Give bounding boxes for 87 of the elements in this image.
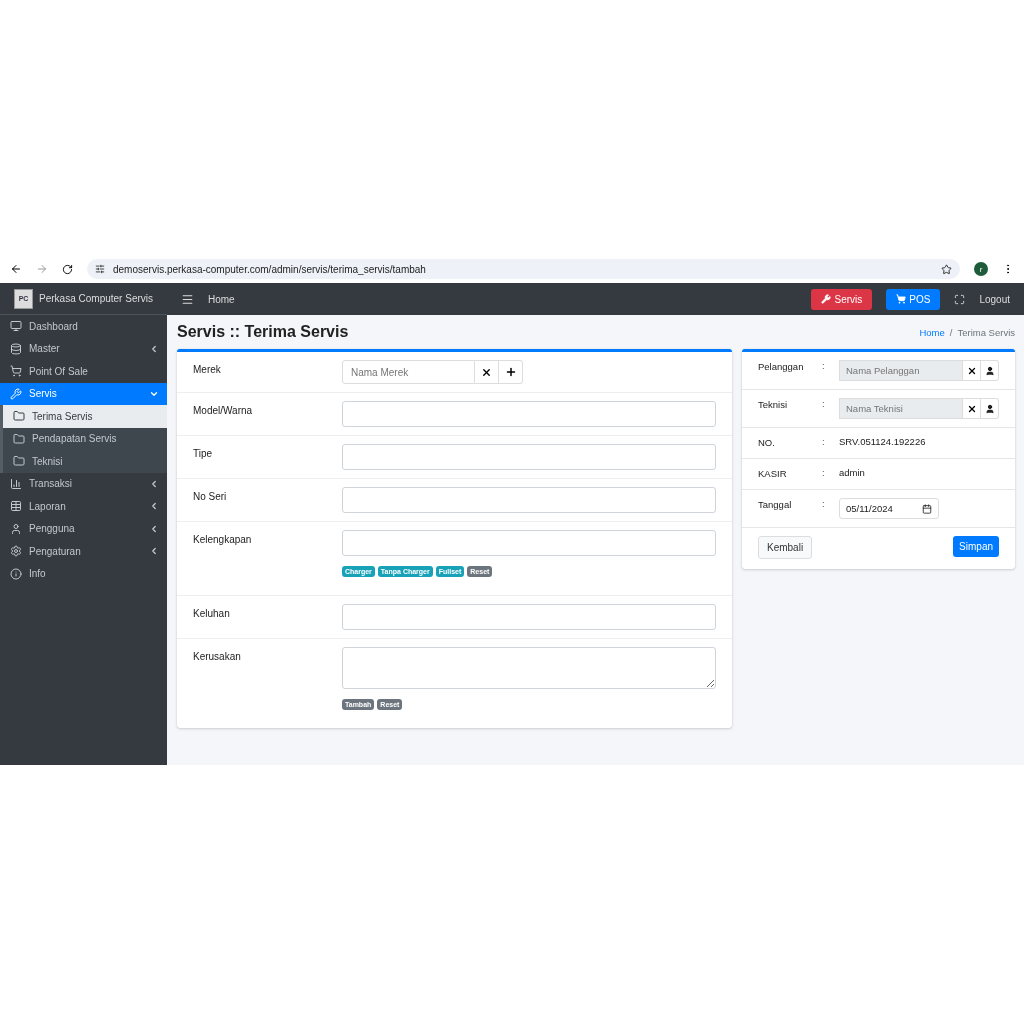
input-field[interactable]: Nama Pelanggan xyxy=(839,360,963,381)
fullscreen-icon[interactable] xyxy=(954,293,966,305)
colon-separator: : xyxy=(822,398,826,409)
sidebar-item[interactable]: Dashboard xyxy=(0,315,167,338)
calendar-icon[interactable] xyxy=(922,503,932,514)
input-field[interactable] xyxy=(342,530,716,556)
date-field[interactable]: 05/11/2024 xyxy=(839,498,939,519)
input-field[interactable]: Nama Merek xyxy=(342,360,475,384)
cart-icon xyxy=(10,365,22,378)
table-icon xyxy=(10,500,22,513)
back-icon[interactable] xyxy=(10,263,22,275)
logout-link[interactable]: Logout xyxy=(979,293,1010,305)
user-icon xyxy=(10,522,22,535)
database-icon xyxy=(10,342,22,355)
colon-separator: : xyxy=(822,467,826,478)
bar-chart-icon xyxy=(10,477,22,490)
close-icon xyxy=(966,403,977,414)
field-label: Merek xyxy=(193,363,222,377)
sidebar-item[interactable]: Master xyxy=(0,337,167,360)
breadcrumb-text: Terima Servis xyxy=(957,326,1015,338)
field-label: Keluhan xyxy=(193,607,231,621)
save-button[interactable]: Simpan xyxy=(953,536,999,557)
wrench-icon xyxy=(10,387,22,400)
sidebar-item[interactable]: Transaksi xyxy=(0,472,167,495)
select-person-button[interactable] xyxy=(981,398,999,419)
field-label: Tanggal xyxy=(758,498,793,510)
field-label: Kelengkapan xyxy=(193,533,253,547)
clear-button[interactable] xyxy=(963,398,981,419)
breadcrumb-link[interactable]: Home xyxy=(919,326,945,338)
colon-separator: : xyxy=(822,498,826,509)
page-title: Servis :: Terima Servis xyxy=(177,323,349,341)
sidebar-subitem[interactable]: Teknisi xyxy=(0,450,167,473)
field-label: Tipe xyxy=(193,447,214,461)
field-value: admin xyxy=(839,467,865,478)
user-icon xyxy=(984,403,995,414)
add-button[interactable] xyxy=(499,360,523,384)
folder-icon xyxy=(13,432,25,445)
profile-avatar[interactable]: r xyxy=(974,262,988,276)
field-label: No Seri xyxy=(193,490,228,504)
input-field[interactable]: Nama Teknisi xyxy=(839,398,963,419)
folder-icon xyxy=(13,410,25,423)
close-icon xyxy=(966,365,977,376)
sidebar-item[interactable]: Pengguna xyxy=(0,517,167,540)
sidebar-item[interactable]: Pengaturan xyxy=(0,540,167,563)
colon-separator: : xyxy=(822,436,826,447)
reload-icon[interactable] xyxy=(62,263,73,275)
field-label: Pelanggan xyxy=(758,360,805,372)
clear-button[interactable] xyxy=(475,360,499,384)
brand-name: Perkasa Computer Servis xyxy=(39,293,153,304)
sidebar-item[interactable]: Servis xyxy=(0,382,167,405)
input-field[interactable] xyxy=(342,401,716,427)
field-label: Teknisi xyxy=(758,398,789,410)
sidebar-item[interactable]: Point Of Sale xyxy=(0,360,167,383)
sidebar-item[interactable]: Info xyxy=(0,562,167,585)
url-text: demoservis.perkasa-computer.com/admin/servis/terima_servis/tambah xyxy=(113,263,426,275)
close-icon xyxy=(481,366,492,378)
site-settings-icon[interactable] xyxy=(95,264,105,274)
clear-button[interactable] xyxy=(963,360,981,381)
field-label: NO. xyxy=(758,436,776,448)
gear-icon xyxy=(10,545,22,558)
plus-icon xyxy=(504,366,517,378)
home-link[interactable]: Home xyxy=(208,293,235,305)
back-button[interactable]: Kembali xyxy=(758,536,813,559)
sidebar-subitem[interactable]: Terima Servis xyxy=(0,405,167,428)
pos-button[interactable]: POS xyxy=(886,288,941,310)
star-icon[interactable] xyxy=(941,263,952,275)
input-field[interactable] xyxy=(342,444,716,470)
address-bar[interactable]: demoservis.perkasa-computer.com/admin/servis/terima_servis/tambah xyxy=(87,259,960,279)
field-label: Kerusakan xyxy=(193,650,242,664)
info-icon xyxy=(10,567,22,580)
menu-icon[interactable] xyxy=(181,292,194,306)
breadcrumb-text: / xyxy=(949,326,953,338)
sidebar-subitem[interactable]: Pendapatan Servis xyxy=(0,427,167,450)
monitor-icon xyxy=(10,320,22,333)
servis-button[interactable]: Servis xyxy=(811,288,873,310)
field-label: KASIR xyxy=(758,467,788,479)
cart-icon xyxy=(896,294,907,304)
input-field[interactable] xyxy=(342,487,716,513)
field-value: SRV.051124.192226 xyxy=(839,436,926,447)
input-field[interactable] xyxy=(342,604,716,630)
user-icon xyxy=(984,365,995,376)
field-label: Model/Warna xyxy=(193,404,254,418)
sidebar-item[interactable]: Laporan xyxy=(0,495,167,518)
folder-icon xyxy=(13,455,25,468)
colon-separator: : xyxy=(822,360,826,371)
select-person-button[interactable] xyxy=(981,360,999,381)
wrench-icon xyxy=(821,294,832,304)
